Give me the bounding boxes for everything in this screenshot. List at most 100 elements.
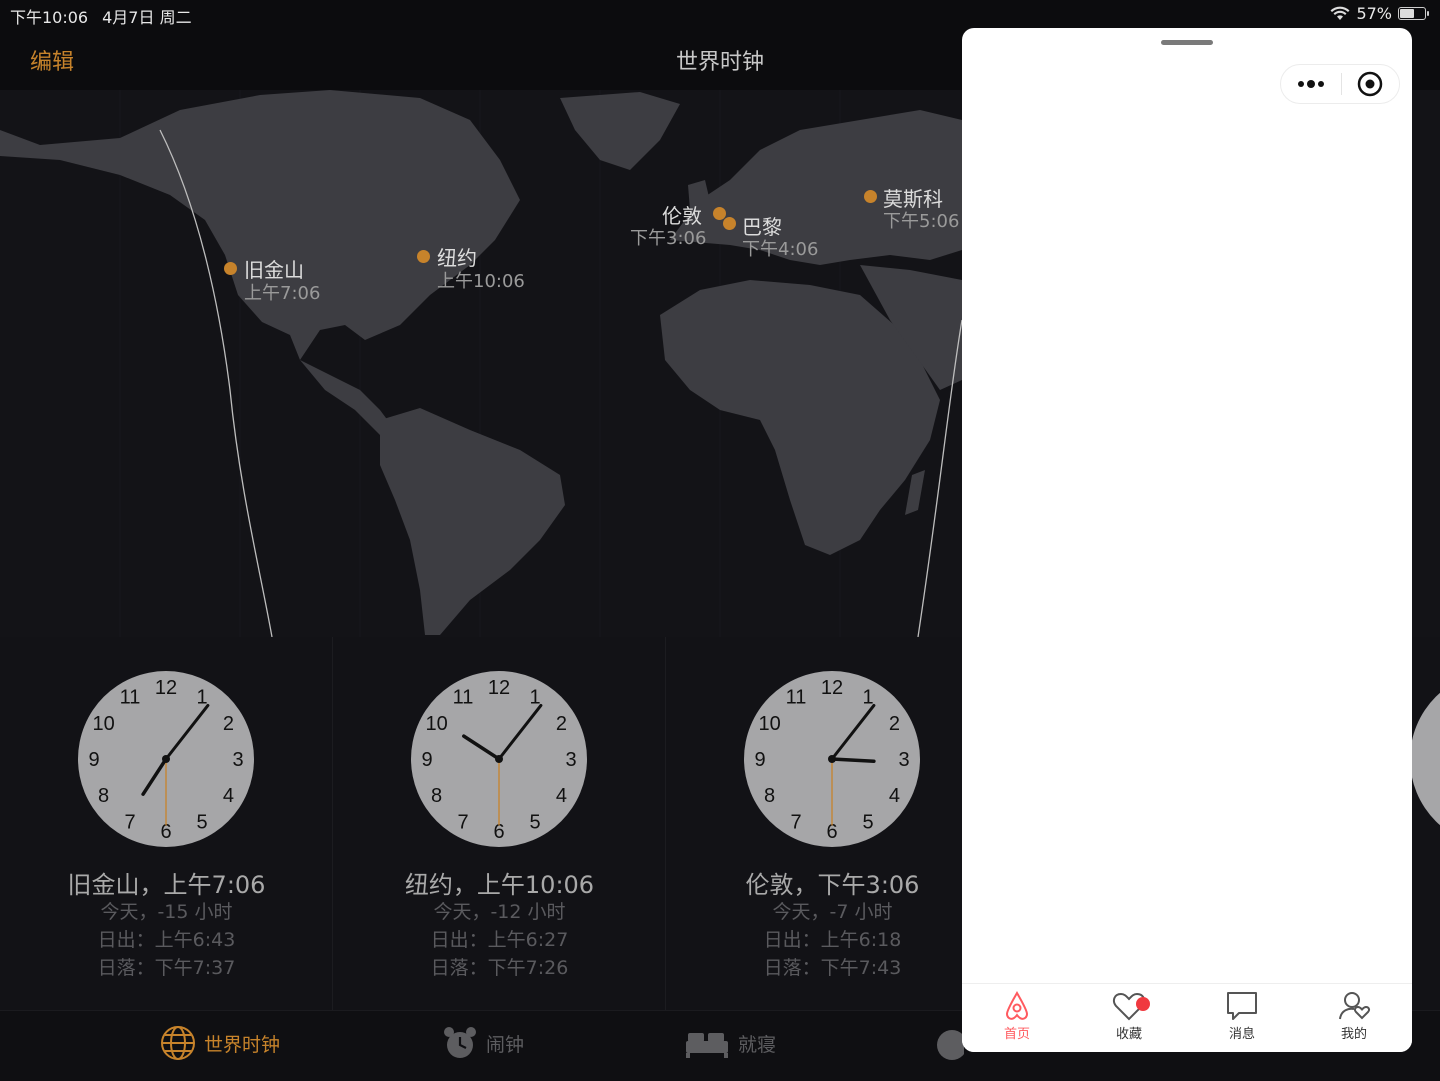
clock-numeral: 9 bbox=[421, 749, 432, 771]
clock-card[interactable]: 1 2 3 4 5 6 7 8 9 10 11 12 纽约，上午10:06 今天，-12 小时 日出：… bbox=[333, 637, 666, 1010]
clock-card[interactable]: 1 2 3 4 5 6 7 8 9 10 11 12 伦敦，下午3:06 今天，-7 小时 日出：上午… bbox=[666, 637, 999, 1010]
mp-tab-label: 首页 bbox=[1003, 1027, 1030, 1042]
clock-numeral: 11 bbox=[786, 687, 807, 709]
clock-center bbox=[162, 755, 170, 763]
status-bar: 下午10:06 4月7日 周二 57% bbox=[0, 0, 1440, 30]
clock-numeral: 10 bbox=[425, 713, 447, 735]
clock-sunset: 日落：下午7:26 bbox=[430, 957, 569, 979]
clock-numeral: 5 bbox=[196, 811, 207, 833]
battery-percent: 57% bbox=[1356, 4, 1392, 23]
clock-numeral: 10 bbox=[92, 713, 114, 735]
tab-bedtime[interactable]: 就寝 bbox=[684, 1025, 776, 1061]
analog-clock-face: 1234567891011 12 bbox=[411, 671, 587, 847]
tab-world-clock[interactable]: 世界时钟 bbox=[160, 1025, 280, 1061]
clock-sunset: 日落：下午7:43 bbox=[763, 957, 902, 979]
clock-sunset: 日落：下午7:37 bbox=[97, 957, 236, 979]
clock-numeral: 1 bbox=[529, 687, 540, 709]
mp-tab-profile[interactable]: 我的 bbox=[1314, 990, 1394, 1042]
clock-city-title: 伦敦，下午3:06 bbox=[745, 871, 920, 899]
alarm-clock-icon bbox=[444, 1027, 476, 1058]
clock-numeral: 2 bbox=[556, 713, 567, 735]
clock-numeral: 8 bbox=[98, 785, 109, 807]
mini-program-sheet: 首页 收藏 消息 我的 bbox=[962, 28, 1412, 1052]
bed-icon bbox=[686, 1033, 728, 1058]
clock-offset: 今天，-15 小时 bbox=[100, 901, 233, 923]
status-right: 57% bbox=[1330, 4, 1429, 23]
city-dot-new-york bbox=[417, 250, 430, 263]
clock-offset: 今天，-7 小时 bbox=[772, 901, 893, 923]
clock-numeral: 10 bbox=[758, 713, 780, 735]
clock-numeral: 12 bbox=[155, 677, 177, 699]
clock-numeral: 11 bbox=[120, 687, 141, 709]
city-time-london: 下午3:06 bbox=[630, 228, 707, 249]
tab-alarm[interactable]: 闹钟 bbox=[442, 1025, 524, 1061]
clock-offset: 今天，-12 小时 bbox=[433, 901, 566, 923]
clock-numeral: 4 bbox=[889, 785, 900, 807]
clock-numeral: 3 bbox=[232, 749, 243, 771]
clock-center bbox=[828, 755, 836, 763]
hour-hand bbox=[830, 757, 876, 763]
mini-program-capsule bbox=[1280, 64, 1400, 104]
city-dot-san-francisco bbox=[224, 262, 237, 275]
mp-tab-favorites[interactable]: 收藏 bbox=[1089, 990, 1169, 1042]
clock-numeral: 8 bbox=[431, 785, 442, 807]
sheet-grabber[interactable] bbox=[1161, 40, 1213, 45]
clock-city-title: 旧金山，上午7:06 bbox=[67, 871, 266, 899]
clock-numeral: 7 bbox=[124, 811, 135, 833]
tab-label: 世界时钟 bbox=[204, 1033, 281, 1056]
mp-tab-home[interactable]: 首页 bbox=[977, 990, 1057, 1042]
tab-label: 就寝 bbox=[738, 1033, 777, 1056]
clock-numeral: 2 bbox=[223, 713, 234, 735]
clock-numeral: 3 bbox=[565, 749, 576, 771]
city-dot-paris bbox=[723, 217, 736, 230]
clock-numeral: 4 bbox=[556, 785, 567, 807]
clock-card[interactable]: 1 2 3 4 5 6 7 8 9 10 11 12 旧金山，上午7:06 今天，-15 小时 日出：… bbox=[0, 637, 333, 1010]
message-icon bbox=[1227, 992, 1257, 1020]
status-date: 4月7日 周二 bbox=[102, 8, 192, 27]
clock-sunrise: 日出：上午6:27 bbox=[430, 929, 569, 951]
close-button[interactable] bbox=[1341, 65, 1399, 103]
clock-numeral: 7 bbox=[790, 811, 801, 833]
clock-center bbox=[495, 755, 503, 763]
clock-numeral: 9 bbox=[88, 749, 99, 771]
analog-clock-face-peek bbox=[1410, 692, 1440, 826]
more-button[interactable] bbox=[1281, 65, 1341, 103]
mp-tab-label: 收藏 bbox=[1115, 1027, 1142, 1042]
mp-tab-label: 消息 bbox=[1228, 1027, 1255, 1042]
home-icon bbox=[1005, 990, 1029, 1020]
clock-numeral: 1 bbox=[196, 687, 207, 709]
city-time-san-francisco: 上午7:06 bbox=[244, 283, 321, 304]
clock-sunrise: 日出：上午6:18 bbox=[763, 929, 902, 951]
clock-numeral: 8 bbox=[764, 785, 775, 807]
clock-numeral: 5 bbox=[529, 811, 540, 833]
mp-tab-label: 我的 bbox=[1340, 1027, 1367, 1042]
clock-numeral: 5 bbox=[862, 811, 873, 833]
clock-numeral: 11 bbox=[453, 687, 474, 709]
city-time-moscow: 下午5:06 bbox=[883, 211, 960, 232]
city-time-paris: 下午4:06 bbox=[742, 239, 819, 260]
mp-tab-messages[interactable]: 消息 bbox=[1202, 990, 1282, 1042]
clock-numeral: 9 bbox=[754, 749, 765, 771]
clock-numeral: 2 bbox=[889, 713, 900, 735]
clock-numeral: 7 bbox=[457, 811, 468, 833]
clock-sunrise: 日出：上午6:43 bbox=[97, 929, 236, 951]
city-dot-moscow bbox=[864, 190, 877, 203]
clock-city-title: 纽约，上午10:06 bbox=[404, 871, 595, 899]
analog-clock-face: 1234567891011 12 bbox=[78, 671, 254, 847]
status-left: 下午10:06 4月7日 周二 bbox=[10, 4, 206, 28]
clock-numeral: 12 bbox=[821, 677, 843, 699]
analog-clock-face: 1234567891011 12 bbox=[744, 671, 920, 847]
battery-icon bbox=[1398, 7, 1429, 20]
clock-numeral: 3 bbox=[898, 749, 909, 771]
more-dots-icon bbox=[1297, 80, 1324, 88]
target-close-icon bbox=[1357, 71, 1383, 97]
profile-icon bbox=[1339, 992, 1371, 1020]
globe-icon bbox=[161, 1026, 195, 1060]
city-time-new-york: 上午10:06 bbox=[437, 271, 525, 292]
mini-program-tab-bar: 首页 收藏 消息 我的 bbox=[962, 983, 1412, 1052]
clock-numeral: 12 bbox=[488, 677, 510, 699]
tab-label: 闹钟 bbox=[486, 1033, 525, 1056]
clock-numeral: 1 bbox=[862, 687, 873, 709]
notification-dot bbox=[1136, 997, 1150, 1011]
stopwatch-icon[interactable] bbox=[934, 1025, 964, 1061]
